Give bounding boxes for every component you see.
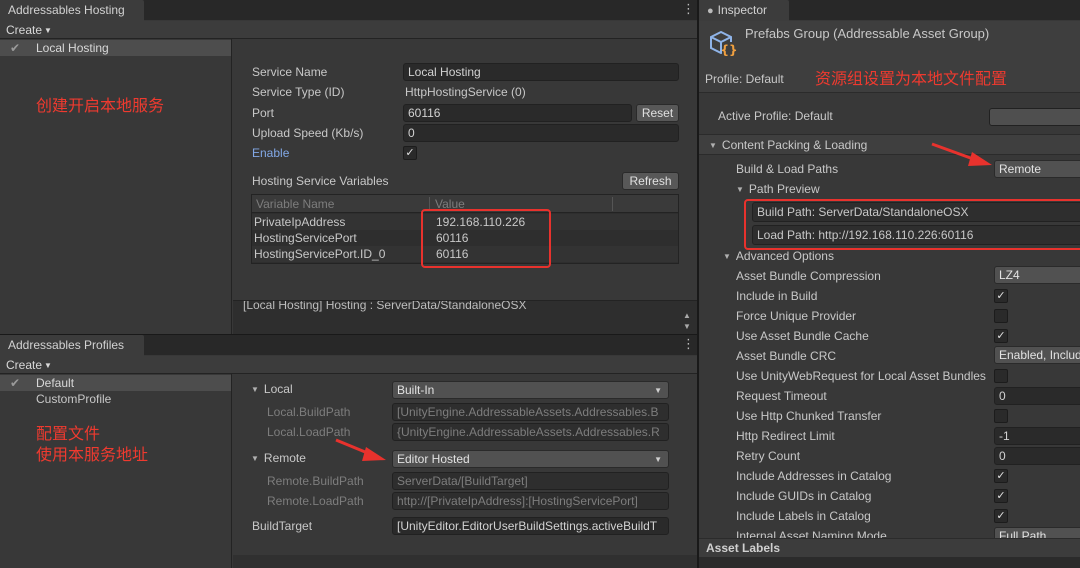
annotation-arrows	[335, 142, 992, 461]
arrow-to-build-load-paths	[931, 142, 977, 162]
arrow-to-editor-hosted-head	[362, 447, 386, 461]
arrow-to-build-load-paths-head	[968, 152, 992, 166]
